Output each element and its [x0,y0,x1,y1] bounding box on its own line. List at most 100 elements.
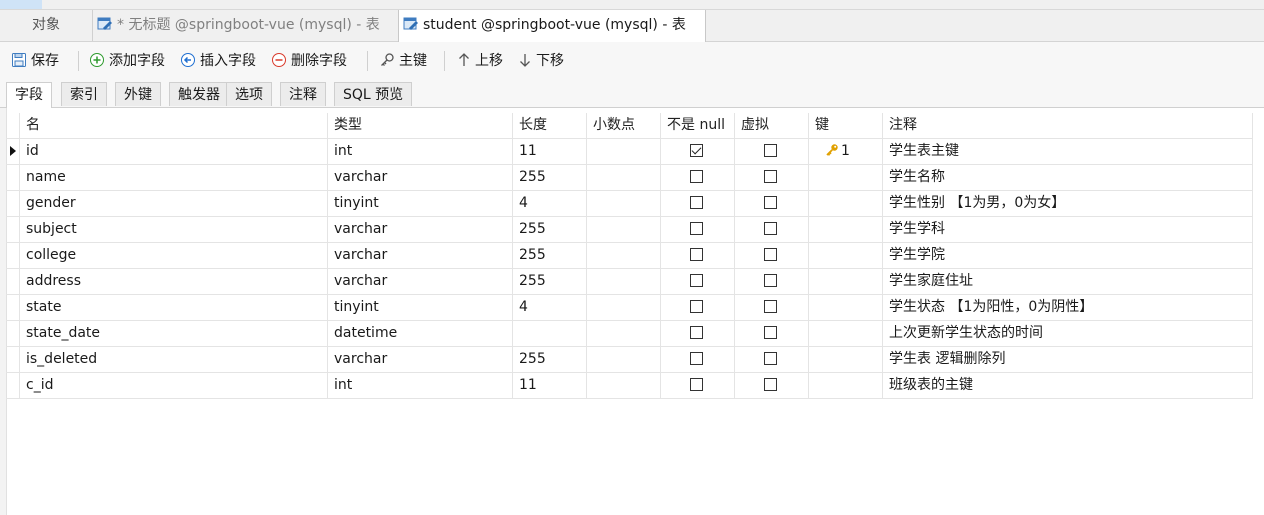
row-indicator[interactable] [6,139,20,164]
field-length-cell[interactable]: 11 [513,139,587,164]
virtual-checkbox[interactable] [764,326,777,339]
delete-field-button[interactable]: 删除字段 [271,50,347,72]
row-indicator[interactable] [6,243,20,268]
header-key[interactable]: 键 [809,113,883,138]
virtual-checkbox[interactable] [764,222,777,235]
field-type-cell[interactable]: varchar [328,165,513,190]
field-comment-cell[interactable]: 学生表 逻辑删除列 [883,347,1253,372]
not-null-checkbox[interactable] [690,196,703,209]
field-length-cell[interactable]: 11 [513,373,587,398]
field-name-cell[interactable]: college [20,243,328,268]
table-row[interactable]: c_id int 11 班级表的主键 [6,373,1253,399]
field-name-cell[interactable]: is_deleted [20,347,328,372]
not-null-cell[interactable] [661,269,735,294]
virtual-cell[interactable] [735,373,809,398]
field-length-cell[interactable]: 255 [513,243,587,268]
field-length-cell[interactable]: 255 [513,217,587,242]
not-null-cell[interactable] [661,165,735,190]
field-length-cell[interactable]: 255 [513,269,587,294]
header-decimals[interactable]: 小数点 [587,113,661,138]
primary-key-button[interactable]: 主键 [379,50,427,72]
move-down-button[interactable]: 下移 [518,50,564,72]
field-comment-cell[interactable]: 班级表的主键 [883,373,1253,398]
virtual-checkbox[interactable] [764,170,777,183]
field-name-cell[interactable]: id [20,139,328,164]
tab-sql-preview[interactable]: SQL 预览 [334,82,413,106]
virtual-checkbox[interactable] [764,378,777,391]
virtual-cell[interactable] [735,191,809,216]
not-null-checkbox[interactable] [690,144,703,157]
key-cell[interactable] [809,165,883,190]
header-name[interactable]: 名 [20,113,328,138]
tab-indexes[interactable]: 索引 [61,82,107,106]
field-type-cell[interactable]: varchar [328,243,513,268]
field-decimals-cell[interactable] [587,165,661,190]
field-type-cell[interactable]: varchar [328,217,513,242]
field-decimals-cell[interactable] [587,269,661,294]
field-type-cell[interactable]: int [328,373,513,398]
field-name-cell[interactable]: address [20,269,328,294]
row-indicator[interactable] [6,321,20,346]
row-indicator[interactable] [6,295,20,320]
field-length-cell[interactable]: 4 [513,191,587,216]
header-virtual[interactable]: 虚拟 [735,113,809,138]
field-type-cell[interactable]: int [328,139,513,164]
tab-triggers[interactable]: 触发器 [169,82,229,106]
virtual-checkbox[interactable] [764,352,777,365]
field-comment-cell[interactable]: 学生学科 [883,217,1253,242]
virtual-checkbox[interactable] [764,196,777,209]
field-length-cell[interactable] [513,321,587,346]
not-null-cell[interactable] [661,191,735,216]
field-decimals-cell[interactable] [587,295,661,320]
tab-untitled-table[interactable]: * 无标题 @springboot-vue (mysql) - 表 [92,10,398,41]
not-null-cell[interactable] [661,321,735,346]
virtual-checkbox[interactable] [764,144,777,157]
virtual-cell[interactable] [735,269,809,294]
not-null-cell[interactable] [661,243,735,268]
field-comment-cell[interactable]: 学生家庭住址 [883,269,1253,294]
field-decimals-cell[interactable] [587,191,661,216]
virtual-cell[interactable] [735,217,809,242]
field-name-cell[interactable]: name [20,165,328,190]
virtual-checkbox[interactable] [764,274,777,287]
key-cell[interactable] [809,373,883,398]
key-cell[interactable]: 1 [809,139,883,164]
field-type-cell[interactable]: varchar [328,269,513,294]
key-cell[interactable] [809,321,883,346]
table-row[interactable]: college varchar 255 学生学院 [6,243,1253,269]
table-row[interactable]: name varchar 255 学生名称 [6,165,1253,191]
not-null-checkbox[interactable] [690,222,703,235]
move-up-button[interactable]: 上移 [457,50,503,72]
header-comment[interactable]: 注释 [883,113,1253,138]
key-cell[interactable] [809,295,883,320]
field-comment-cell[interactable]: 学生状态 【1为阳性，0为阴性】 [883,295,1253,320]
virtual-cell[interactable] [735,243,809,268]
row-indicator[interactable] [6,165,20,190]
virtual-cell[interactable] [735,295,809,320]
field-decimals-cell[interactable] [587,347,661,372]
field-name-cell[interactable]: state_date [20,321,328,346]
row-indicator[interactable] [6,217,20,242]
not-null-cell[interactable] [661,217,735,242]
not-null-checkbox[interactable] [690,274,703,287]
field-type-cell[interactable]: tinyint [328,191,513,216]
key-cell[interactable] [809,347,883,372]
row-indicator[interactable] [6,373,20,398]
field-comment-cell[interactable]: 学生学院 [883,243,1253,268]
field-decimals-cell[interactable] [587,321,661,346]
field-decimals-cell[interactable] [587,217,661,242]
tab-options[interactable]: 选项 [226,82,272,106]
insert-field-button[interactable]: 插入字段 [180,50,256,72]
table-row[interactable]: state tinyint 4 学生状态 【1为阳性，0为阴性】 [6,295,1253,321]
not-null-cell[interactable] [661,139,735,164]
tab-fields[interactable]: 字段 [6,82,52,108]
tab-student-table[interactable]: student @springboot-vue (mysql) - 表 [398,10,706,42]
tab-objects[interactable]: 对象 [0,10,92,41]
field-comment-cell[interactable]: 学生性别 【1为男，0为女】 [883,191,1253,216]
field-type-cell[interactable]: tinyint [328,295,513,320]
key-cell[interactable] [809,243,883,268]
field-decimals-cell[interactable] [587,373,661,398]
field-name-cell[interactable]: gender [20,191,328,216]
field-length-cell[interactable]: 255 [513,347,587,372]
field-type-cell[interactable]: datetime [328,321,513,346]
